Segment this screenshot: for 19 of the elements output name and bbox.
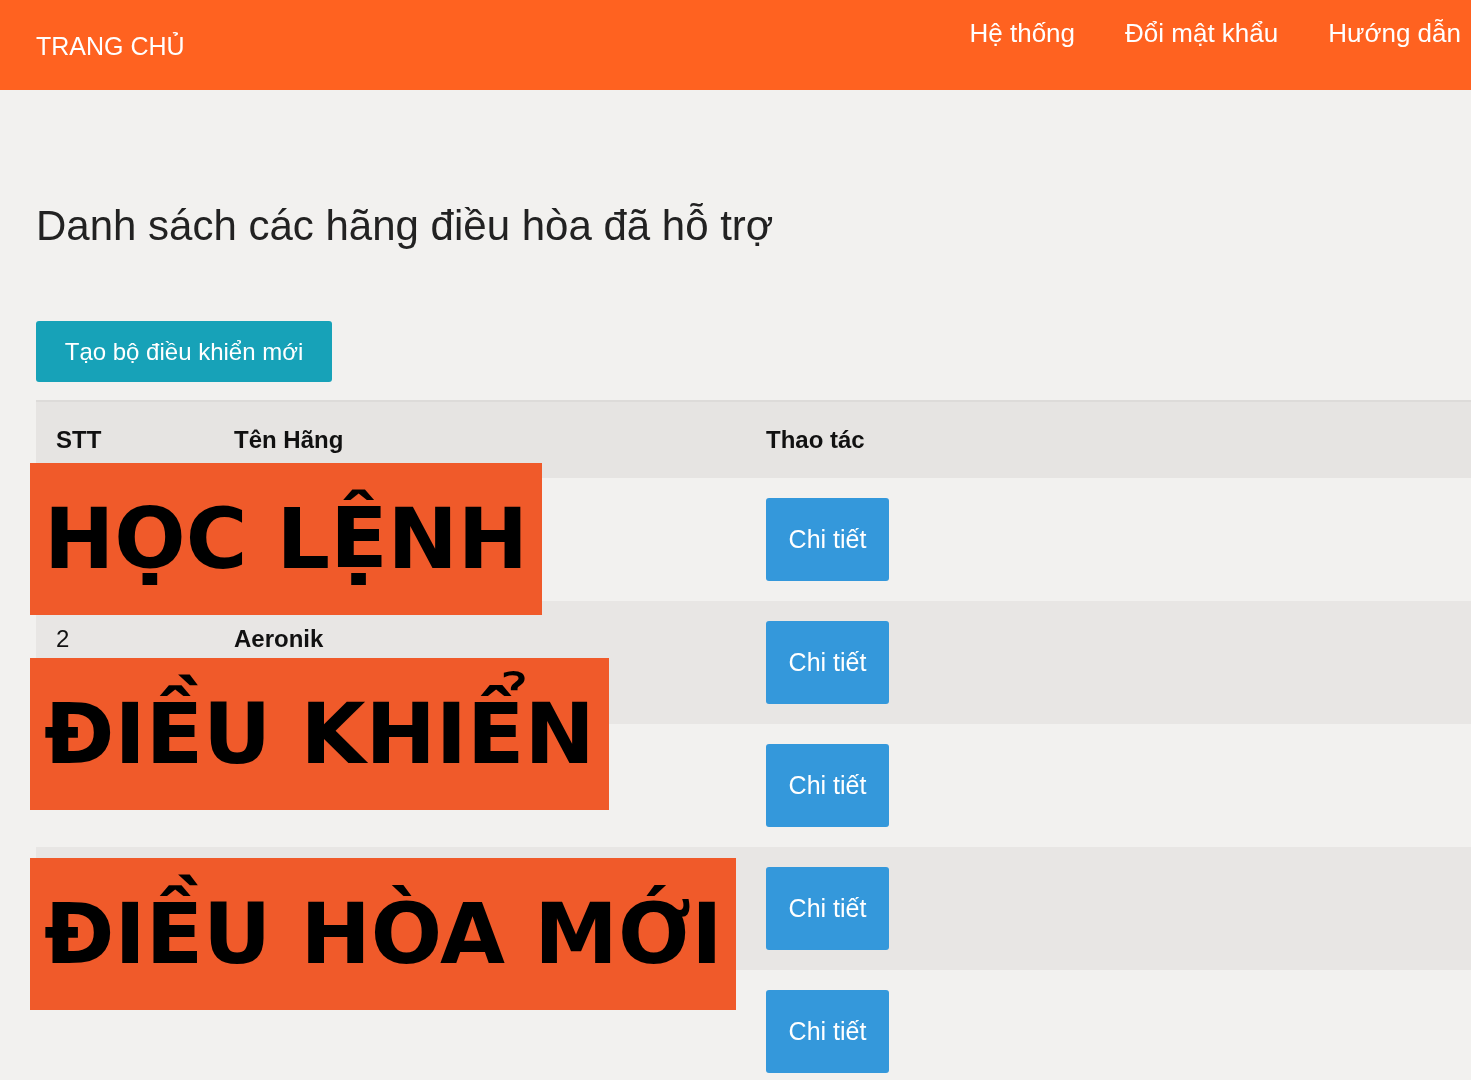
detail-button[interactable]: Chi tiết [766, 621, 889, 704]
nav-link[interactable]: Hướng dẫn [1328, 18, 1461, 49]
overlay-banner: ĐIỀU KHIỂN [30, 658, 609, 810]
detail-button[interactable]: Chi tiết [766, 867, 889, 950]
detail-button[interactable]: Chi tiết [766, 990, 889, 1073]
overlay-banner: HỌC LỆNH [30, 463, 543, 615]
page-title: Danh sách các hãng điều hòa đã hỗ trợ [36, 202, 775, 251]
home-link[interactable]: TRANG CHỦ [36, 31, 185, 61]
column-header: STT [55, 426, 103, 454]
detail-button[interactable]: Chi tiết [766, 744, 889, 827]
nav-link[interactable]: Đổi mật khẩu [1125, 18, 1279, 49]
nav-link[interactable]: Hệ thống [969, 18, 1076, 49]
table-cell: 2 [56, 625, 70, 652]
column-header: Thao tác [766, 426, 866, 454]
detail-button[interactable]: Chi tiết [766, 498, 889, 581]
create-button[interactable]: Tạo bộ điều khiển mới [36, 321, 332, 382]
overlay-banner: ĐIỀU HÒA MỚI [30, 858, 737, 1010]
column-header: Tên Hãng [234, 426, 345, 454]
brand-name: Aeronik [234, 625, 324, 652]
